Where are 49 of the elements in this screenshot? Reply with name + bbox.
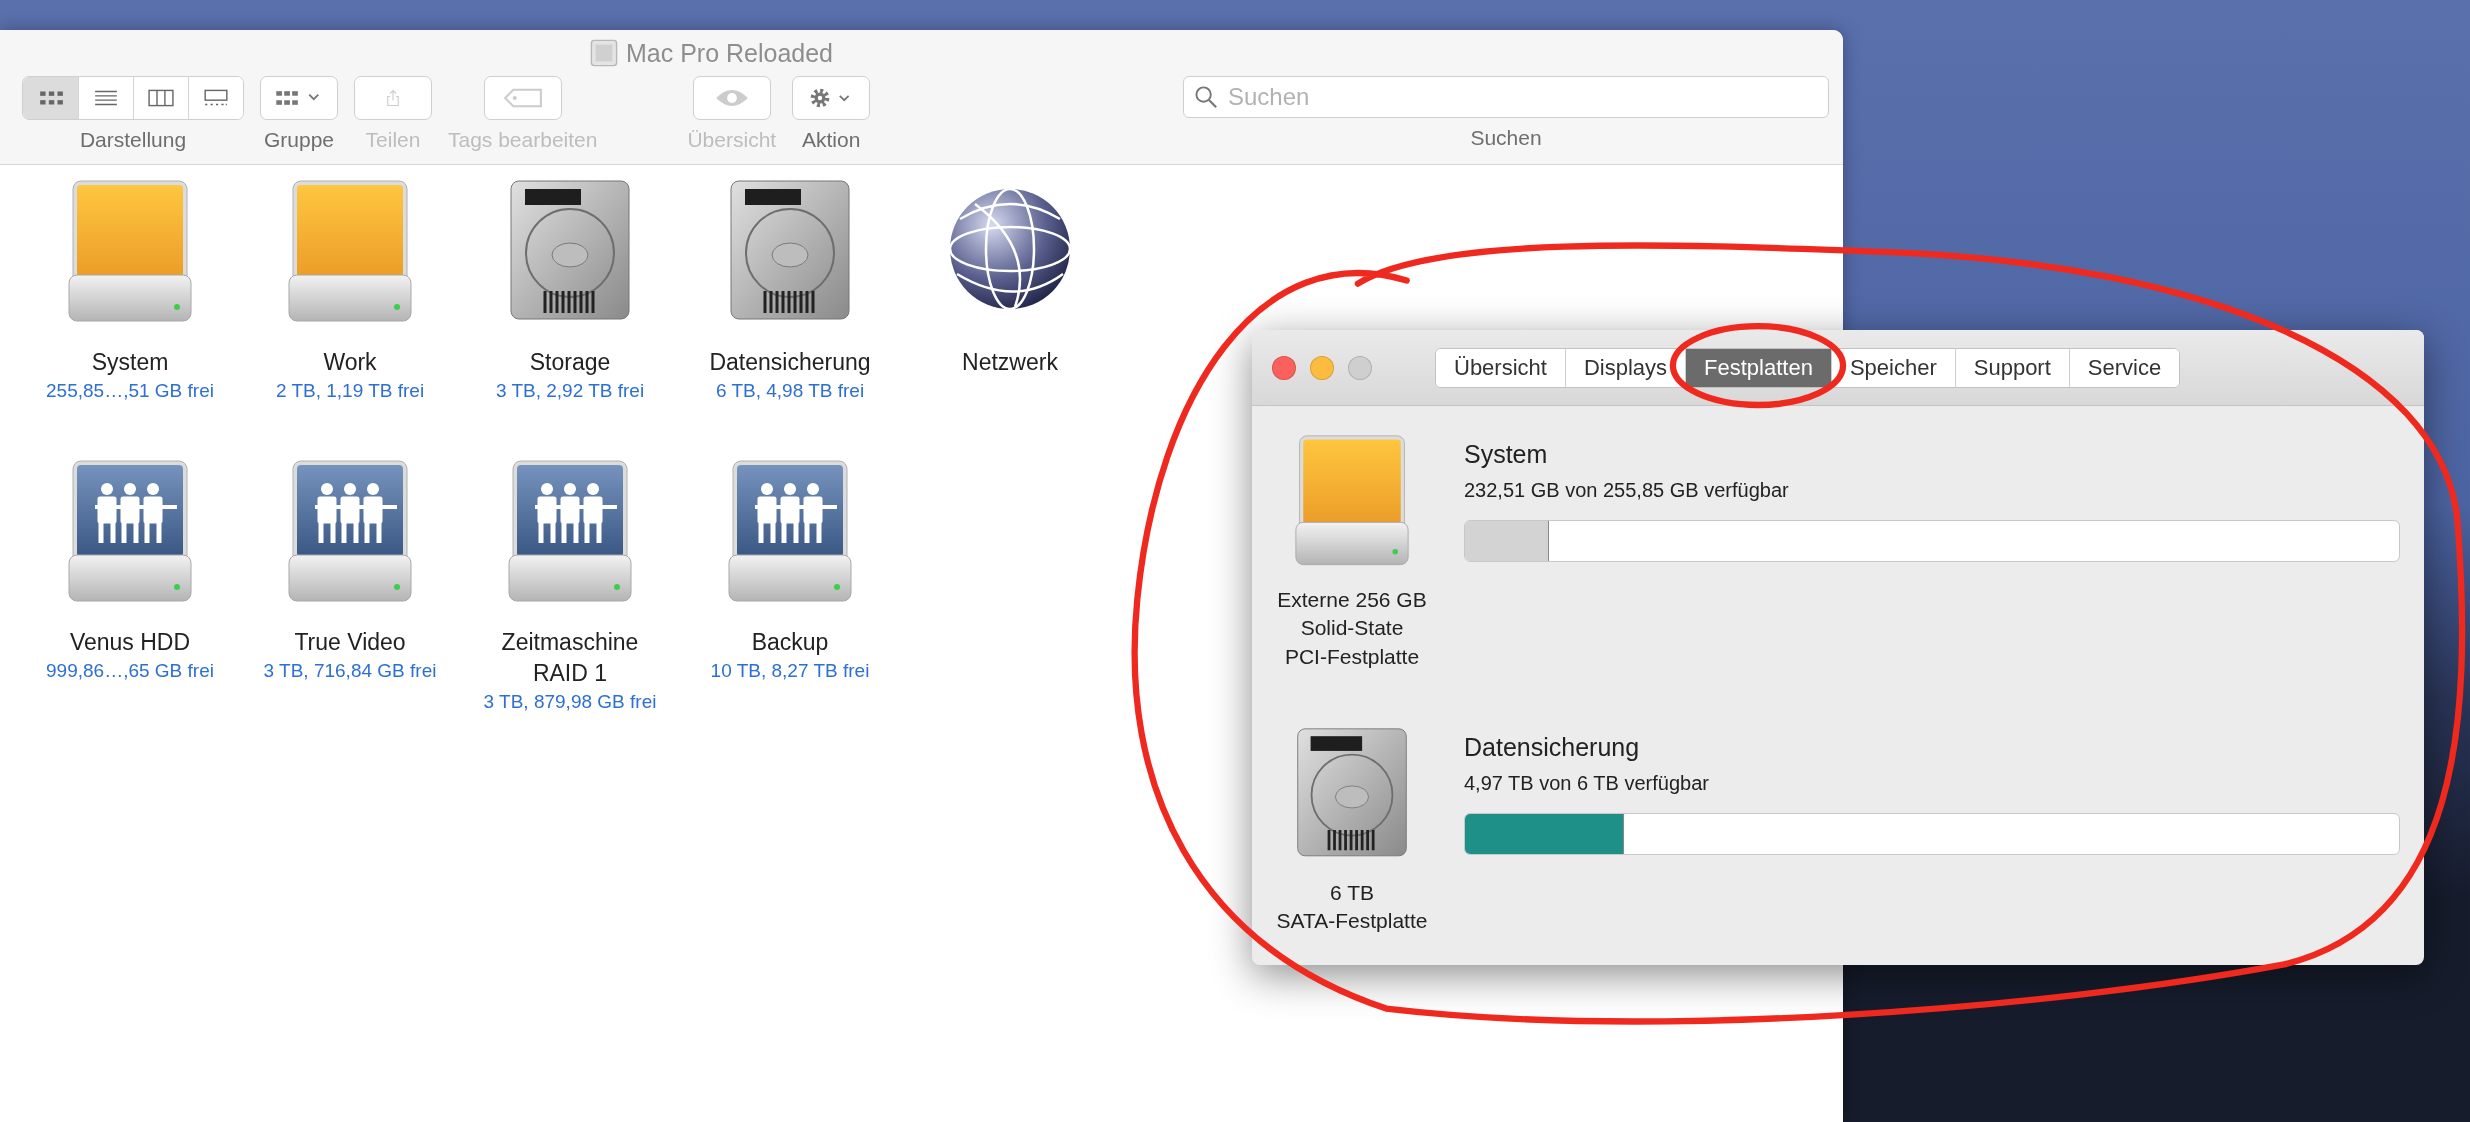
view-button[interactable]: [23, 77, 78, 119]
volume-name[interactable]: Venus HDD: [35, 627, 225, 659]
icon-grid-icon: [37, 89, 64, 107]
group-button[interactable]: [260, 76, 338, 120]
view-button[interactable]: [188, 77, 243, 119]
volume-info: 255,85…,51 GB frei: [46, 380, 214, 403]
disk-description: Externe 256 GB: [1277, 587, 1427, 613]
toolbar-label: Tags bearbeiten: [448, 128, 598, 152]
gallery-icon: [203, 89, 229, 107]
volume-name[interactable]: True Video: [255, 627, 445, 659]
disk-availability: 232,51 GB von 255,85 GB verfügbar: [1464, 479, 1790, 502]
volume-name[interactable]: System: [35, 347, 225, 379]
volume-info: 2 TB, 1,19 TB frei: [275, 380, 425, 403]
search-field[interactable]: Suchen: [1183, 76, 1829, 118]
list-icon: [93, 89, 119, 107]
columns-icon: [148, 89, 174, 107]
close-button[interactable]: [1272, 355, 1296, 380]
toolbar-label: Suchen: [1470, 126, 1542, 150]
volume-name[interactable]: Storage: [475, 347, 665, 379]
search-icon: [1194, 85, 1218, 109]
volume-info: 6 TB, 4,98 TB frei: [715, 380, 865, 403]
volume-info: 999,86…,65 GB frei: [46, 660, 214, 683]
disk-name: System: [1464, 440, 1549, 469]
tab[interactable]: Festplatten: [1685, 348, 1831, 387]
disk-name: Datensicherung: [1464, 733, 1641, 763]
toolbar-label: Aktion: [801, 128, 861, 152]
volume-name[interactable]: Zeitmaschine RAID 1: [475, 627, 665, 690]
toolbar-label: Übersicht: [687, 128, 777, 152]
tab[interactable]: Service: [2068, 348, 2180, 387]
volume-name[interactable]: Datensicherung: [695, 347, 885, 379]
disk-description: Solid-State: [1300, 615, 1404, 642]
volume-info: 10 TB, 8,27 TB frei: [710, 660, 870, 683]
disk-description: PCI-Festplatte: [1284, 643, 1420, 670]
computer-icon: [589, 39, 618, 67]
volume-name[interactable]: Backup: [695, 627, 885, 659]
toolbar-label: Gruppe: [263, 128, 334, 152]
disk-description: SATA-Festplatte: [1276, 908, 1428, 935]
toolbar-label: Teilen: [365, 128, 421, 152]
volume-info: 3 TB, 716,84 GB frei: [263, 660, 437, 683]
volume-info: 3 TB, 879,98 GB frei: [483, 691, 657, 714]
window-title: Mac Pro Reloaded: [625, 38, 834, 68]
minimize-button[interactable]: [1310, 355, 1334, 380]
volume-info: 3 TB, 2,92 TB frei: [495, 380, 645, 403]
volume-name[interactable]: Netzwerk: [915, 347, 1105, 379]
action-button[interactable]: [792, 76, 871, 120]
disk-availability: 4,97 TB von 6 TB verfügbar: [1464, 772, 1710, 796]
volume-name[interactable]: Work: [255, 347, 445, 379]
disk-description: 6 TB: [1330, 880, 1374, 907]
toolbar-label: Darstellung: [79, 128, 187, 152]
